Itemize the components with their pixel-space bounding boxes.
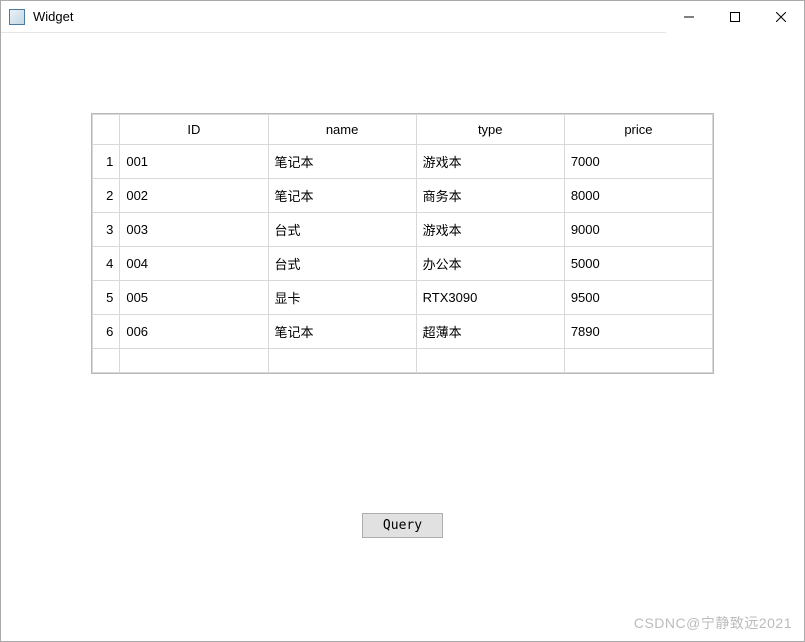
table-header-row: ID name type price bbox=[93, 115, 713, 145]
cell-price[interactable]: 9000 bbox=[564, 213, 712, 247]
table-row[interactable]: 3003台式游戏本9000 bbox=[93, 213, 713, 247]
table-row[interactable]: 1001笔记本游戏本7000 bbox=[93, 145, 713, 179]
cell-empty bbox=[268, 349, 416, 373]
cell-type[interactable]: 游戏本 bbox=[416, 213, 564, 247]
row-number[interactable]: 6 bbox=[93, 315, 120, 349]
data-table[interactable]: ID name type price 1001笔记本游戏本70002002笔记本… bbox=[92, 114, 713, 373]
table-row[interactable]: 2002笔记本商务本8000 bbox=[93, 179, 713, 213]
cell-name[interactable]: 笔记本 bbox=[268, 315, 416, 349]
content-area: ID name type price 1001笔记本游戏本70002002笔记本… bbox=[1, 33, 804, 641]
minimize-button[interactable] bbox=[666, 1, 712, 33]
titlebar[interactable]: Widget bbox=[1, 1, 804, 33]
close-button[interactable] bbox=[758, 1, 804, 33]
header-type[interactable]: type bbox=[416, 115, 564, 145]
row-number[interactable]: 2 bbox=[93, 179, 120, 213]
data-table-container: ID name type price 1001笔记本游戏本70002002笔记本… bbox=[91, 113, 714, 374]
cell-name[interactable]: 笔记本 bbox=[268, 145, 416, 179]
cell-type[interactable]: 超薄本 bbox=[416, 315, 564, 349]
cell-id[interactable]: 003 bbox=[120, 213, 268, 247]
row-number[interactable]: 5 bbox=[93, 281, 120, 315]
cell-name[interactable]: 笔记本 bbox=[268, 179, 416, 213]
cell-id[interactable]: 002 bbox=[120, 179, 268, 213]
cell-id[interactable]: 004 bbox=[120, 247, 268, 281]
table-row[interactable]: 6006笔记本超薄本7890 bbox=[93, 315, 713, 349]
window-controls bbox=[666, 1, 804, 32]
table-empty-row bbox=[93, 349, 713, 373]
table-row[interactable]: 5005显卡RTX30909500 bbox=[93, 281, 713, 315]
cell-price[interactable]: 7890 bbox=[564, 315, 712, 349]
cell-name[interactable]: 台式 bbox=[268, 247, 416, 281]
cell-name[interactable]: 显卡 bbox=[268, 281, 416, 315]
minimize-icon bbox=[684, 12, 694, 22]
cell-type[interactable]: RTX3090 bbox=[416, 281, 564, 315]
cell-empty bbox=[416, 349, 564, 373]
cell-id[interactable]: 001 bbox=[120, 145, 268, 179]
close-icon bbox=[776, 12, 786, 22]
header-name[interactable]: name bbox=[268, 115, 416, 145]
row-number[interactable]: 3 bbox=[93, 213, 120, 247]
query-button[interactable]: Query bbox=[362, 513, 443, 538]
cell-name[interactable]: 台式 bbox=[268, 213, 416, 247]
cell-id[interactable]: 005 bbox=[120, 281, 268, 315]
cell-price[interactable]: 7000 bbox=[564, 145, 712, 179]
corner-cell bbox=[93, 115, 120, 145]
cell-type[interactable]: 办公本 bbox=[416, 247, 564, 281]
row-number[interactable]: 4 bbox=[93, 247, 120, 281]
cell-price[interactable]: 5000 bbox=[564, 247, 712, 281]
button-area: Query bbox=[1, 513, 804, 538]
window-frame: Widget ID name type p bbox=[0, 0, 805, 642]
cell-type[interactable]: 商务本 bbox=[416, 179, 564, 213]
watermark: CSDNC@宁静致远2021 bbox=[634, 613, 792, 633]
row-number[interactable]: 1 bbox=[93, 145, 120, 179]
header-id[interactable]: ID bbox=[120, 115, 268, 145]
header-price[interactable]: price bbox=[564, 115, 712, 145]
maximize-button[interactable] bbox=[712, 1, 758, 33]
table-row[interactable]: 4004台式办公本5000 bbox=[93, 247, 713, 281]
row-number-empty bbox=[93, 349, 120, 373]
cell-empty bbox=[120, 349, 268, 373]
window-title: Widget bbox=[33, 9, 666, 24]
cell-id[interactable]: 006 bbox=[120, 315, 268, 349]
cell-type[interactable]: 游戏本 bbox=[416, 145, 564, 179]
cell-empty bbox=[564, 349, 712, 373]
cell-price[interactable]: 8000 bbox=[564, 179, 712, 213]
maximize-icon bbox=[730, 12, 740, 22]
app-icon bbox=[9, 9, 25, 25]
cell-price[interactable]: 9500 bbox=[564, 281, 712, 315]
